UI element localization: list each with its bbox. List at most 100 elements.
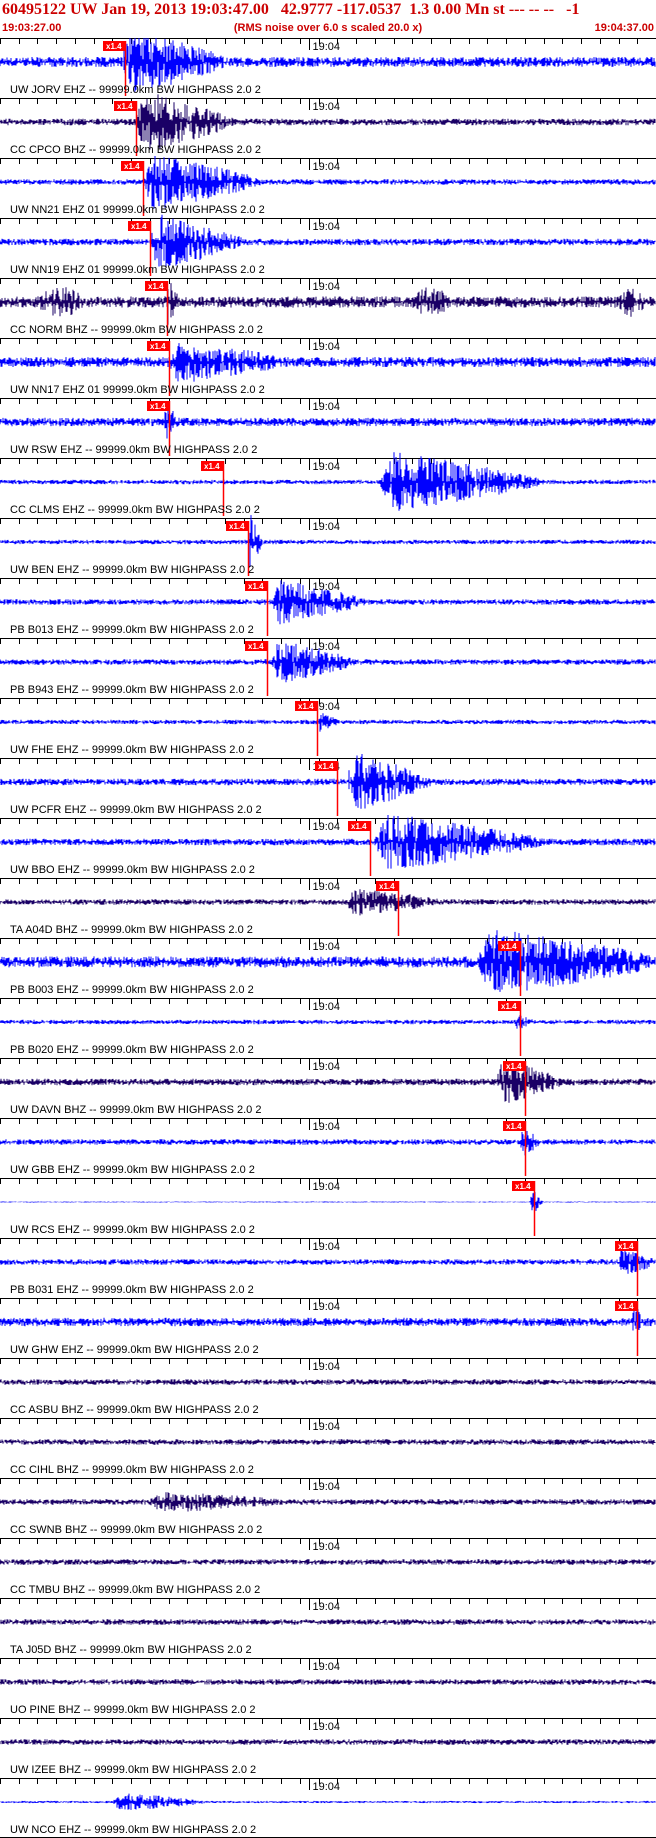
waveform (0, 1793, 656, 1810)
minute-label: 19:04 (313, 1241, 341, 1253)
pick-label: x1.4 (106, 42, 122, 51)
rms-note: (RMS noise over 6.0 s scaled 20.0 x) (233, 22, 423, 34)
waveform (0, 1739, 656, 1745)
trace-row: 19:04 x1.4 CC CLMS EHZ -- 99999.0km BW HIG… (0, 452, 656, 516)
station-label: PB B031 EHZ -- 99999.0km BW HIGHPASS 2.0… (10, 1284, 254, 1296)
trace-row: 19:04 x1.4 UW BEN EHZ -- 99999.0km BW HIGH… (0, 515, 656, 576)
minute-label: 19:04 (313, 101, 341, 113)
trace-row: 19:04 x1.4 CC NORM BHZ -- 99999.0km BW HIG… (0, 278, 656, 336)
trace-row: 19:04 x1.4 UW RSW EHZ -- 99999.0km BW HIGH… (0, 398, 656, 456)
station-label: UW IZEE BHZ -- 99999.0km BW HIGHPASS 2.0… (10, 1764, 256, 1776)
trace-row: 19:04 CC SWNB BHZ -- 99999.0km BW HIGHPAS… (0, 1478, 656, 1536)
station-label: UW RCS EHZ -- 99999.0km BW HIGHPASS 2.0 … (10, 1224, 255, 1236)
trace-row: 19:04 x1.4 PB B013 EHZ -- 99999.0km BW HIG… (0, 578, 656, 636)
waveform (0, 1559, 656, 1565)
waveform (0, 1379, 656, 1385)
minute-label: 19:04 (313, 821, 341, 833)
station-label: UW JORV EHZ -- 99999.0km BW HIGHPASS 2.0… (10, 84, 261, 96)
pick-label: x1.4 (618, 1242, 634, 1251)
station-label: PB B943 EHZ -- 99999.0km BW HIGHPASS 2.0… (10, 684, 254, 696)
minute-label: 19:04 (313, 341, 341, 353)
station-label: CC CIHL BHZ -- 99999.0km BW HIGHPASS 2.0… (10, 1464, 254, 1476)
waveform (0, 1439, 656, 1445)
station-label: CC TMBU BHZ -- 99999.0km BW HIGHPASS 2.0… (10, 1584, 260, 1596)
trace-row: 19:04 CC TMBU BHZ -- 99999.0km BW HIGHPAS… (0, 1538, 656, 1596)
station-label: CC NORM BHZ -- 99999.0km BW HIGHPASS 2.0… (10, 324, 263, 336)
trace-row: 19:04x1.4UW FHE EHZ -- 99999.0km BW HIGH… (0, 698, 656, 756)
waveform (0, 713, 656, 732)
trace-row: 19:04 x1.4 PB B943 EHZ -- 99999.0km BW HIG… (0, 638, 656, 696)
pick-label: x1.4 (229, 522, 245, 531)
trace-row: 19:04 x1.4 TA A04D BHZ -- 99999.0km BW HIG… (0, 878, 656, 936)
pick-label: x1.4 (506, 1062, 522, 1071)
trace-row: 19:04 UO PINE BHZ -- 99999.0km BW HIGHPAS… (0, 1658, 656, 1716)
trace-row: 19:04 x1.4 UW NN21 EHZ 01 99999.0km BW HIG… (0, 156, 656, 216)
minute-label: 19:04 (313, 161, 341, 173)
station-label: UW GBB EHZ -- 99999.0km BW HIGHPASS 2.0 … (10, 1164, 255, 1176)
pick-label: x1.4 (131, 222, 147, 231)
trace-row: 19:04x1.4UW PCFR EHZ -- 99999.0km BW HIG… (0, 754, 656, 816)
pick-label: x1.4 (298, 702, 314, 711)
minute-label: 19:04 (313, 1721, 341, 1733)
minute-label: 19:04 (313, 521, 341, 533)
pick-label: x1.4 (248, 582, 264, 591)
trace-row: 19:04 TA J05D BHZ -- 99999.0km BW HIGHPAS… (0, 1598, 656, 1656)
minute-label: 19:04 (313, 1661, 341, 1673)
station-label: TA J05D BHZ -- 99999.0km BW HIGHPASS 2.0… (10, 1644, 252, 1656)
station-label: CC ASBU BHZ -- 99999.0km BW HIGHPASS 2.0… (10, 1404, 259, 1416)
station-label: PB B003 EHZ -- 99999.0km BW HIGHPASS 2.0… (10, 984, 254, 996)
trace-row: 19:04 x1.4 UW BBO EHZ -- 99999.0km BW HIGH… (0, 815, 656, 876)
minute-label: 19:04 (313, 401, 341, 413)
trace-row: 19:04 x1.4 PB B020 EHZ -- 99999.0km BW HIG… (0, 998, 656, 1056)
trace-row: 19:04 x1.4 UW JORV EHZ -- 99999.0km BW HIG… (0, 38, 656, 96)
station-label: UW NN21 EHZ 01 99999.0km BW HIGHPASS 2.0… (10, 204, 265, 216)
trace-row: 19:04 x1.4 UW GBB EHZ -- 99999.0km BW HIGH… (0, 1118, 656, 1176)
pick-label: x1.4 (248, 642, 264, 651)
station-label: UW BBO EHZ -- 99999.0km BW HIGHPASS 2.0 … (10, 864, 255, 876)
station-label: UO PINE BHZ -- 99999.0km BW HIGHPASS 2.0… (10, 1704, 256, 1716)
minute-label: 19:04 (313, 1421, 341, 1433)
station-label: UW BEN EHZ -- 99999.0km BW HIGHPASS 2.0 … (10, 564, 254, 576)
station-label: PB B020 EHZ -- 99999.0km BW HIGHPASS 2.0… (10, 1044, 254, 1056)
station-label: UW RSW EHZ -- 99999.0km BW HIGHPASS 2.0 … (10, 444, 257, 456)
minute-label: 19:04 (313, 1481, 341, 1493)
trace-row: 19:04 x1.4 UW DAVN BHZ -- 99999.0km BW HIG… (0, 1058, 656, 1116)
station-label: CC CPCO BHZ -- 99999.0km BW HIGHPASS 2.0… (10, 144, 261, 156)
minute-label: 19:04 (313, 1781, 341, 1793)
minute-label: 19:04 (313, 1121, 341, 1133)
station-label: UW NCO EHZ -- 99999.0km BW HIGHPASS 2.0 … (10, 1824, 256, 1836)
header: 60495122 UW Jan 19, 2013 19:03:47.00 42.… (0, 0, 656, 38)
trace-row: 19:04 x1.4 UW RCS EHZ -- 99999.0km BW HIGH… (0, 1178, 656, 1236)
station-label: UW NN19 EHZ 01 99999.0km BW HIGHPASS 2.0… (10, 264, 265, 276)
station-label: UW DAVN BHZ -- 99999.0km BW HIGHPASS 2.0… (10, 1104, 261, 1116)
pick-label: x1.4 (351, 822, 367, 831)
trace-row: 19:04 x1.4 PB B003 EHZ -- 99999.0km BW HIG… (0, 930, 656, 996)
waveform (0, 1492, 656, 1512)
waveform (0, 1015, 656, 1029)
station-label: CC CLMS EHZ -- 99999.0km BW HIGHPASS 2.0… (10, 504, 260, 516)
pick-label: x1.4 (117, 102, 133, 111)
seismogram-panel: 19:04 x1.4 UW JORV EHZ -- 99999.0km BW HIG… (0, 38, 656, 1838)
minute-label: 19:04 (313, 641, 341, 653)
waveform (0, 1192, 656, 1211)
waveform (0, 930, 656, 992)
minute-label: 19:04 (313, 1181, 341, 1193)
trace-row: 19:04 CC ASBU BHZ -- 99999.0km BW HIGHPAS… (0, 1358, 656, 1416)
station-label: UW PCFR EHZ -- 99999.0km BW HIGHPASS 2.0… (10, 804, 262, 816)
waveform (0, 1679, 656, 1685)
trace-row: 19:04 x1.4 UW GHW EHZ -- 99999.0km BW HIGH… (0, 1298, 656, 1356)
station-label: UW GHW EHZ -- 99999.0km BW HIGHPASS 2.0 … (10, 1344, 259, 1356)
pick-label: x1.4 (150, 342, 166, 351)
minute-label: 19:04 (313, 881, 341, 893)
minute-label: 19:04 (313, 1541, 341, 1553)
minute-label: 19:04 (313, 581, 341, 593)
pick-label: x1.4 (501, 1002, 517, 1011)
pick-label: x1.4 (150, 402, 166, 411)
pick-label: x1.4 (506, 1122, 522, 1131)
minute-label: 19:04 (313, 41, 341, 53)
waveform (0, 889, 656, 916)
pick-label: x1.4 (379, 882, 395, 891)
minute-label: 19:04 (313, 461, 341, 473)
station-label: PB B013 EHZ -- 99999.0km BW HIGHPASS 2.0… (10, 624, 254, 636)
minute-label: 19:04 (313, 281, 341, 293)
